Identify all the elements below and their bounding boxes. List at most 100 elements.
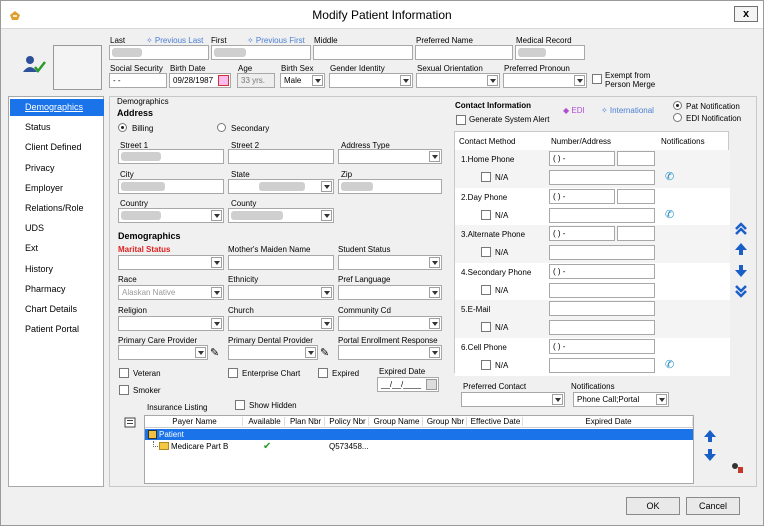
preferred-pronoun-select[interactable] xyxy=(503,73,587,88)
marital-status-select[interactable] xyxy=(118,255,224,270)
birth-date-input[interactable]: 09/28/1987 xyxy=(169,73,231,88)
insurance-row[interactable]: Medicare Part B ✔ Q573458... xyxy=(145,441,693,452)
gender-identity-select[interactable] xyxy=(329,73,413,88)
zip-input[interactable] xyxy=(338,179,442,194)
insurance-column-header[interactable]: Available xyxy=(245,417,285,426)
insurance-column-header[interactable]: Plan Nbr xyxy=(287,417,325,426)
country-select[interactable] xyxy=(118,208,224,223)
sidebar-item-status[interactable]: Status xyxy=(10,119,104,136)
contact-number-input[interactable]: ( ) - xyxy=(549,339,655,354)
chevron-down-icon[interactable] xyxy=(574,75,585,86)
sexual-orientation-select[interactable] xyxy=(416,73,500,88)
na-checkbox[interactable] xyxy=(481,209,491,220)
previous-first-link[interactable]: ✧ Previous First xyxy=(247,36,305,45)
contact-ext-input[interactable] xyxy=(617,226,655,242)
pencil-icon[interactable]: ✎ xyxy=(210,346,219,359)
na-checkbox[interactable] xyxy=(481,284,491,295)
insurance-column-header[interactable]: Group Name xyxy=(371,417,423,426)
move-up-icon[interactable] xyxy=(733,241,749,257)
notifications-select[interactable]: Phone Call;Portal xyxy=(573,392,669,407)
phone-icon[interactable]: ✆ xyxy=(665,209,675,221)
insurance-column-header[interactable]: Expired Date xyxy=(525,417,693,426)
phone-icon[interactable]: ✆ xyxy=(665,171,675,183)
pat-notification-radio[interactable] xyxy=(673,101,682,110)
pref-language-select[interactable] xyxy=(338,285,442,300)
chevron-down-icon[interactable] xyxy=(552,394,563,405)
move-down-icon[interactable] xyxy=(733,263,749,279)
contact-number-input[interactable] xyxy=(549,301,655,317)
maiden-name-input[interactable] xyxy=(228,255,334,270)
community-select[interactable] xyxy=(338,316,442,331)
phone-icon[interactable]: ✆ xyxy=(665,359,675,371)
contact-secondary-input[interactable] xyxy=(549,358,655,373)
ssn-input[interactable]: - - xyxy=(109,73,167,88)
street2-input[interactable] xyxy=(228,149,334,164)
chevron-down-icon[interactable] xyxy=(321,210,332,221)
contact-ext-input[interactable] xyxy=(617,151,655,166)
chevron-down-icon[interactable] xyxy=(400,75,411,86)
chevron-down-icon[interactable] xyxy=(429,347,440,358)
chevron-down-icon[interactable] xyxy=(321,287,332,298)
insurance-column-header[interactable]: Effective Date xyxy=(469,417,523,426)
smoker-checkbox[interactable] xyxy=(119,385,129,395)
na-checkbox[interactable] xyxy=(481,247,491,258)
contact-number-input[interactable]: ( ) - xyxy=(549,226,615,242)
insurance-row[interactable]: Patient xyxy=(145,429,693,440)
contact-number-input[interactable]: ( ) - xyxy=(549,188,615,204)
sidebar-item-employer[interactable]: Employer xyxy=(10,180,104,197)
chevron-down-icon[interactable] xyxy=(195,347,206,358)
insurance-column-header[interactable]: Payer Name xyxy=(147,417,243,426)
sidebar-item-history[interactable]: History xyxy=(10,261,104,278)
chevron-down-icon[interactable] xyxy=(305,347,316,358)
chevron-down-icon[interactable] xyxy=(429,257,440,268)
photo-box[interactable] xyxy=(53,45,102,90)
sidebar-item-relations-role[interactable]: Relations/Role xyxy=(10,200,104,217)
address-type-select[interactable] xyxy=(338,149,442,164)
calendar-icon[interactable] xyxy=(218,75,229,86)
race-select[interactable]: Alaskan Native xyxy=(118,285,224,300)
pdp-select[interactable] xyxy=(228,345,318,360)
chevron-down-icon[interactable] xyxy=(211,210,222,221)
contact-secondary-input[interactable] xyxy=(549,207,655,223)
insurance-column-header[interactable]: Policy Nbr xyxy=(327,417,369,426)
sidebar-item-chart-details[interactable]: Chart Details xyxy=(10,301,104,318)
chevron-down-icon[interactable] xyxy=(211,287,222,298)
portal-response-select[interactable] xyxy=(338,345,442,360)
sidebar-item-pharmacy[interactable]: Pharmacy xyxy=(10,281,104,298)
chevron-down-icon[interactable] xyxy=(321,181,332,192)
calendar-icon[interactable] xyxy=(426,379,437,390)
insurance-person-icon[interactable] xyxy=(730,462,744,474)
move-bottom-icon[interactable] xyxy=(733,283,749,299)
cancel-button[interactable]: Cancel xyxy=(686,497,740,515)
pcp-select[interactable] xyxy=(118,345,208,360)
insurance-down-icon[interactable] xyxy=(702,447,718,463)
sidebar-item-client-defined[interactable]: Client Defined xyxy=(10,139,104,156)
chevron-down-icon[interactable] xyxy=(429,151,440,162)
chevron-down-icon[interactable] xyxy=(656,394,667,405)
generate-alert-checkbox[interactable] xyxy=(456,115,466,125)
insurance-card-icon[interactable] xyxy=(124,416,136,428)
sidebar-item-patient-portal[interactable]: Patient Portal xyxy=(10,321,104,338)
na-checkbox[interactable] xyxy=(481,322,491,333)
ethnicity-select[interactable] xyxy=(228,285,334,300)
international-link[interactable]: ✧ International xyxy=(601,106,654,115)
chevron-down-icon[interactable] xyxy=(429,287,440,298)
chevron-down-icon[interactable] xyxy=(211,257,222,268)
county-select[interactable] xyxy=(228,208,334,223)
show-hidden-checkbox[interactable] xyxy=(235,400,245,410)
ok-button[interactable]: OK xyxy=(626,497,680,515)
medical-record-input[interactable] xyxy=(515,45,585,60)
previous-last-link[interactable]: ✧ Previous Last xyxy=(146,36,203,45)
contact-number-input[interactable]: ( ) - xyxy=(549,151,615,166)
birth-sex-select[interactable]: Male xyxy=(280,73,325,88)
sidebar-item-ext[interactable]: Ext xyxy=(10,240,104,257)
chevron-down-icon[interactable] xyxy=(312,75,323,86)
chevron-down-icon[interactable] xyxy=(429,318,440,329)
contact-number-input[interactable]: ( ) - xyxy=(549,263,655,279)
secondary-radio[interactable] xyxy=(217,123,226,132)
exempt-merge-checkbox[interactable] xyxy=(592,74,602,84)
sidebar-item-uds[interactable]: UDS xyxy=(10,220,104,237)
middle-name-input[interactable] xyxy=(313,45,413,60)
contact-secondary-input[interactable] xyxy=(549,170,655,185)
veteran-checkbox[interactable] xyxy=(119,368,129,378)
